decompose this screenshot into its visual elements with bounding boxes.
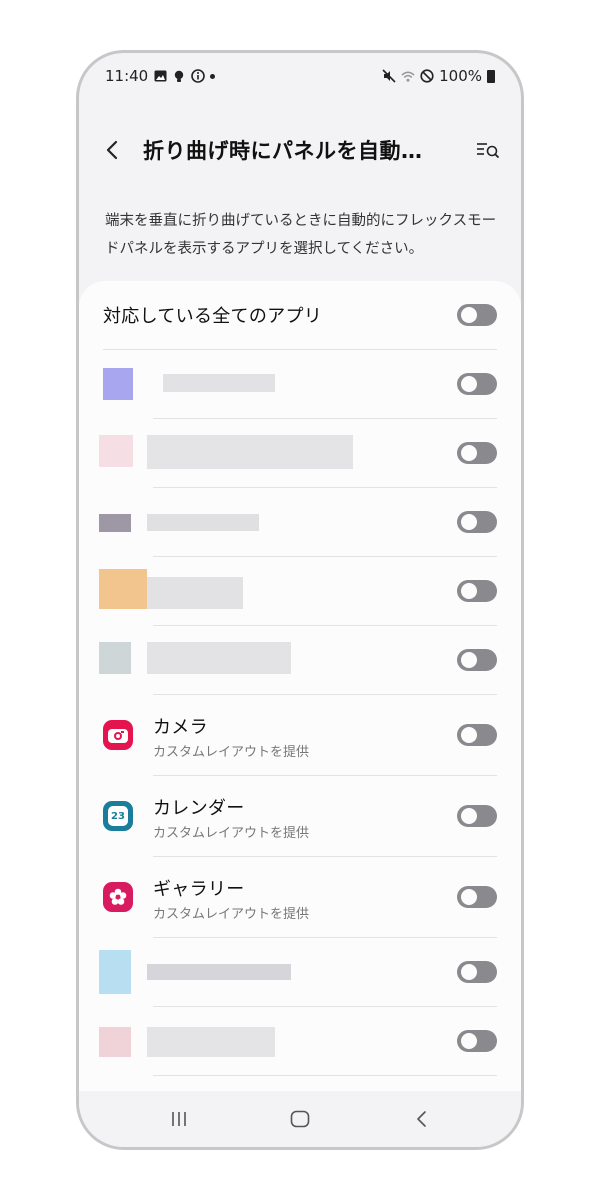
home-button[interactable] <box>280 1099 320 1139</box>
dnd-icon <box>420 69 434 83</box>
list-search-icon <box>477 143 499 158</box>
calendar-day: 23 <box>108 806 128 826</box>
battery-icon <box>487 69 495 83</box>
app-icon-blurred <box>99 514 131 532</box>
wifi-icon <box>401 69 415 83</box>
app-icon-blurred <box>99 1027 131 1057</box>
app-subtitle: カスタムレイアウトを提供 <box>153 907 310 922</box>
app-header: 折り曲げ時にパネルを自動… <box>79 127 521 173</box>
mute-icon <box>382 69 396 83</box>
app-name: カレンダー <box>153 798 245 819</box>
app-name-blurred <box>147 435 353 469</box>
status-bar: 11:40 100% <box>79 53 521 99</box>
list-item[interactable] <box>79 626 521 694</box>
search-button[interactable] <box>473 135 503 165</box>
app-icon-blurred <box>103 368 133 400</box>
app-icon-blurred <box>99 569 147 609</box>
gallery-flower-icon <box>103 882 133 912</box>
app-toggle[interactable] <box>457 442 497 464</box>
app-name-blurred <box>147 642 291 674</box>
app-toggle[interactable] <box>457 649 497 671</box>
app-subtitle: カスタムレイアウトを提供 <box>153 745 310 760</box>
app-toggle[interactable] <box>457 1030 497 1052</box>
app-name-blurred <box>147 577 243 609</box>
list-item[interactable] <box>79 1007 521 1075</box>
all-apps-label: 対応している全てのアプリ <box>103 306 323 327</box>
app-name-blurred <box>147 514 259 531</box>
calendar-toggle[interactable] <box>457 805 497 827</box>
phone-frame: 11:40 100% 折り曲げ時にパネルを自動… 端末を垂直に折り曲げているとき… <box>76 50 524 1150</box>
all-apps-row[interactable]: 対応している全てのアプリ <box>79 281 521 349</box>
app-toggle[interactable] <box>457 961 497 983</box>
camera-toggle[interactable] <box>457 724 497 746</box>
list-item[interactable] <box>79 557 521 625</box>
list-item[interactable] <box>79 938 521 1006</box>
app-icon-blurred <box>99 950 131 994</box>
page-title: 折り曲げ時にパネルを自動… <box>143 139 423 163</box>
app-icon-blurred <box>99 435 133 467</box>
recent-apps-icon <box>172 1112 187 1126</box>
list-item[interactable] <box>79 419 521 487</box>
app-name: カメラ <box>153 717 208 738</box>
divider <box>153 1075 497 1076</box>
info-icon <box>191 69 206 83</box>
battery-percent: 100% <box>439 67 482 85</box>
notification-dot-icon <box>210 73 216 79</box>
navigation-bar <box>79 1091 521 1147</box>
app-toggle[interactable] <box>457 580 497 602</box>
list-item[interactable] <box>79 350 521 418</box>
all-apps-toggle[interactable] <box>457 304 497 326</box>
home-icon <box>290 1110 310 1128</box>
app-name: ギャラリー <box>153 879 245 900</box>
app-toggle[interactable] <box>457 511 497 533</box>
list-item[interactable] <box>79 488 521 556</box>
page-description: 端末を垂直に折り曲げているときに自動的にフレックスモードパネルを表示するアプリを… <box>105 213 497 257</box>
camera-icon <box>103 720 133 750</box>
chevron-left-icon <box>106 140 118 160</box>
app-subtitle: カスタムレイアウトを提供 <box>153 826 310 841</box>
app-list-card: 対応している全てのアプリ カメラ カスタムレイアウトを提供 23 カレンダー カ… <box>79 281 521 1101</box>
status-time: 11:40 <box>105 67 149 85</box>
nav-back-button[interactable] <box>401 1099 441 1139</box>
back-icon <box>416 1111 426 1127</box>
gallery-icon <box>153 69 167 83</box>
calendar-icon: 23 <box>103 801 133 831</box>
list-item-gallery[interactable]: ギャラリー カスタムレイアウトを提供 <box>79 857 521 937</box>
app-name-blurred <box>147 964 291 980</box>
back-button[interactable] <box>97 135 127 165</box>
bulb-icon <box>172 69 186 83</box>
app-toggle[interactable] <box>457 373 497 395</box>
recent-apps-button[interactable] <box>159 1099 199 1139</box>
app-icon-blurred <box>99 642 131 674</box>
list-item-camera[interactable]: カメラ カスタムレイアウトを提供 <box>79 695 521 775</box>
gallery-toggle[interactable] <box>457 886 497 908</box>
app-name-blurred <box>163 374 275 392</box>
list-item-calendar[interactable]: 23 カレンダー カスタムレイアウトを提供 <box>79 776 521 856</box>
app-name-blurred <box>147 1027 275 1057</box>
